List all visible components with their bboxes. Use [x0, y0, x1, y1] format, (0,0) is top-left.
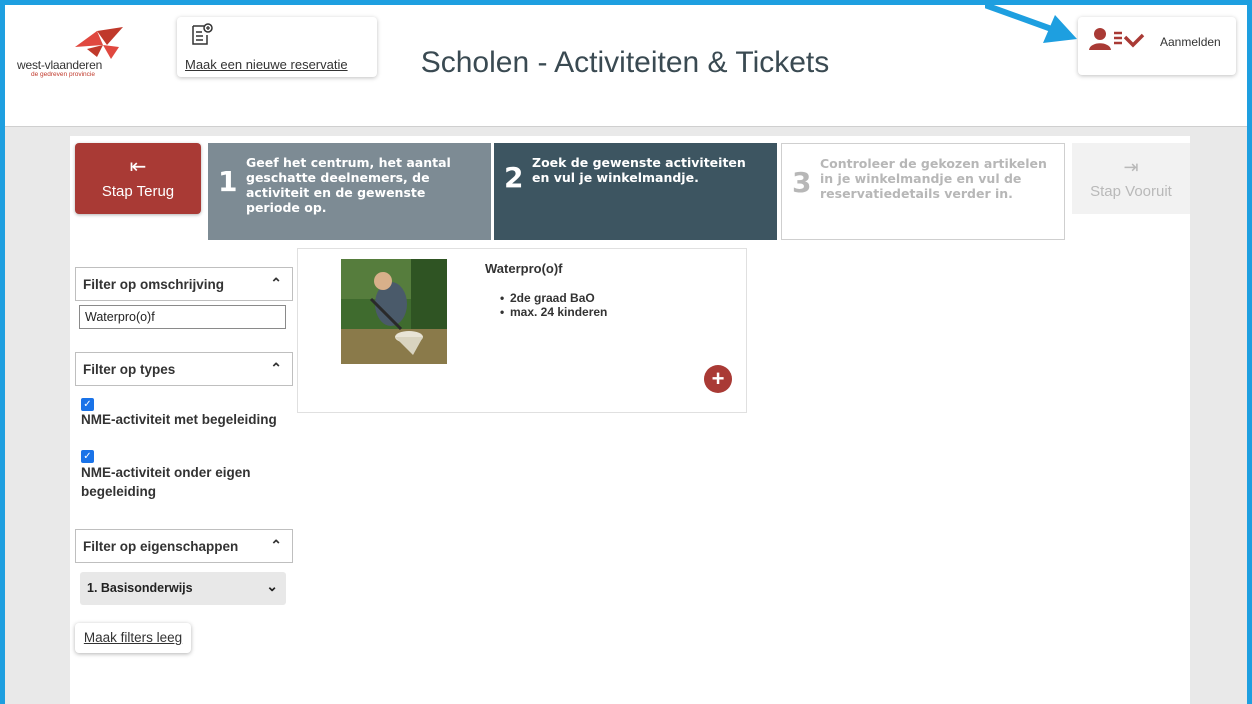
logo-subtext: de gedreven provincie: [31, 71, 95, 78]
type-label-self-guided: NME-activiteit onder eigen begeleiding: [81, 465, 251, 499]
filter-properties-header[interactable]: Filter op eigenschappen ⌃: [75, 529, 293, 563]
chevron-down-icon: ⌄: [266, 578, 278, 594]
step-forward-button[interactable]: ⇥ Stap Vooruit: [1072, 143, 1190, 214]
page-title: Scholen - Activiteiten & Tickets: [420, 46, 830, 79]
step-number: 2: [504, 161, 524, 194]
new-reservation-button[interactable]: Maak een nieuwe reservatie: [177, 17, 377, 77]
activity-detail: max. 24 kinderen: [500, 305, 607, 319]
login-label: Aanmelden: [1160, 35, 1221, 49]
activity-title[interactable]: Waterpro(o)f: [485, 261, 563, 276]
chevron-up-icon: ⌃: [270, 537, 282, 553]
clear-filters-button[interactable]: Maak filters leeg: [75, 623, 191, 653]
filter-types-header[interactable]: Filter op types ⌃: [75, 352, 293, 386]
arrow-right-bar-icon: ⇥: [1123, 157, 1139, 177]
step-number: 1: [218, 165, 238, 198]
step-2[interactable]: 2 Zoek de gewenste activiteiten en vul j…: [494, 143, 777, 240]
step-text: Controleer de gekozen artikelen in je wi…: [820, 156, 1047, 201]
add-to-cart-button[interactable]: +: [704, 365, 732, 393]
activity-image[interactable]: [341, 259, 447, 364]
activity-card[interactable]: Waterpro(o)f 2de graad BaO max. 24 kinde…: [297, 248, 747, 413]
filter-properties-label: Filter op eigenschappen: [83, 539, 239, 554]
filter-description-input[interactable]: [79, 305, 286, 329]
activity-detail: 2de graad BaO: [500, 291, 607, 305]
filter-types-label: Filter op types: [83, 362, 176, 377]
activity-details: 2de graad BaO max. 24 kinderen: [500, 291, 607, 319]
login-button[interactable]: Aanmelden: [1078, 17, 1236, 75]
chevron-up-icon: ⌃: [270, 275, 282, 291]
filter-description-header[interactable]: Filter op omschrijving ⌃: [75, 267, 293, 301]
step-number: 3: [792, 166, 812, 199]
type-checkbox-self-guided[interactable]: ✓: [81, 450, 94, 463]
properties-selected-value: 1. Basisonderwijs: [87, 581, 193, 595]
properties-select[interactable]: 1. Basisonderwijs ⌄: [80, 572, 286, 605]
step-text: Geef het centrum, het aantal geschatte d…: [246, 155, 451, 215]
arrow-left-bar-icon: ⇤: [129, 156, 147, 178]
header: west-vlaanderen de gedreven provincie Ma…: [5, 5, 1247, 127]
new-document-icon: [192, 23, 213, 45]
step-1[interactable]: 1 Geef het centrum, het aantal geschatte…: [208, 143, 491, 240]
step-forward-label: Stap Vooruit: [1090, 183, 1172, 200]
chevron-up-icon: ⌃: [270, 360, 282, 376]
step-3[interactable]: 3 Controleer de gekozen artikelen in je …: [781, 143, 1065, 240]
filter-description-label: Filter op omschrijving: [83, 277, 225, 292]
logo-mark: [75, 27, 123, 59]
annotation-arrow-icon: [985, 5, 1077, 43]
step-text: Zoek de gewenste activiteiten en vul je …: [532, 155, 746, 185]
logo-text: west-vlaanderen: [17, 58, 103, 72]
main-panel: ⇤ Stap Terug 1 Geef het centrum, het aan…: [70, 136, 1190, 704]
logo[interactable]: west-vlaanderen de gedreven provincie: [17, 25, 137, 85]
step-back-label: Stap Terug: [101, 183, 175, 200]
activity-photo: [341, 259, 447, 364]
user-check-icon: [1089, 28, 1145, 50]
type-label-guided: NME-activiteit met begeleiding: [81, 412, 277, 427]
new-reservation-label: Maak een nieuwe reservatie: [185, 57, 348, 72]
step-back-button[interactable]: ⇤ Stap Terug: [75, 143, 201, 214]
